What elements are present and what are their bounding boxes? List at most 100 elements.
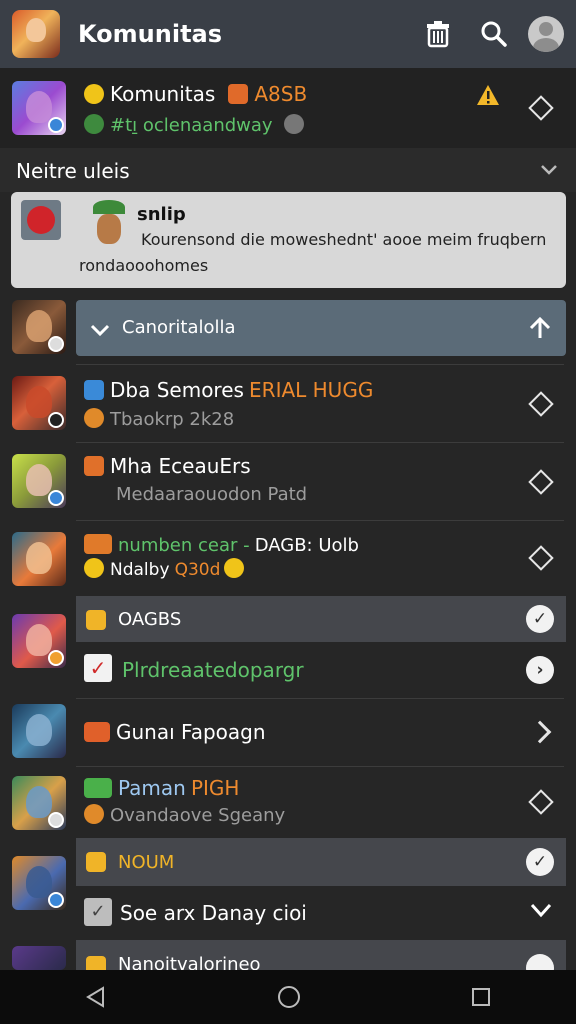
diamond-icon[interactable] — [528, 789, 554, 815]
list-item[interactable]: Nanoitvalorineo — [0, 940, 576, 970]
divider — [76, 766, 564, 767]
item-subtitle: Ndalby — [110, 560, 170, 580]
list-item[interactable]: Paman PIGH Ovandaove Sgeany — [0, 768, 576, 838]
item-title: Mha EceauErs — [110, 454, 251, 478]
item-title: Paman — [118, 776, 186, 800]
community-thumbnail — [12, 704, 66, 758]
notice-body-line1: Kourensond die moweshednt' aooe meim fru… — [141, 230, 547, 249]
community-thumbnail — [12, 376, 66, 430]
medal-icon — [84, 408, 104, 428]
community-thumbnail — [12, 454, 66, 508]
list-item-group[interactable]: NOUM ✓ ✓ Soe arx Danay cioi — [0, 838, 576, 938]
item-title-line: numben cear - DAGB: Uolb — [84, 534, 359, 556]
chevron-down-icon — [541, 165, 557, 175]
community-thumbnail — [12, 532, 66, 586]
item-tag: ERIAL HUGG — [249, 378, 374, 402]
featured-tag: A8SB — [254, 82, 308, 106]
emoji-icon — [224, 558, 245, 578]
notice-body-line2: rondaooohomes — [79, 256, 209, 275]
diamond-icon[interactable] — [528, 391, 554, 417]
divider — [76, 364, 564, 365]
item-title: Canoritalolla — [122, 317, 236, 338]
item-title: Plrdreaatedopargr — [122, 658, 304, 682]
puzzle-icon — [84, 722, 110, 742]
top-bar: Komunitas — [0, 0, 576, 68]
diamond-icon[interactable] — [528, 469, 554, 495]
item-title: DAGB: Uolb — [254, 535, 359, 556]
chevron-right-icon[interactable] — [528, 720, 552, 744]
checkbox[interactable]: ✓ — [84, 654, 112, 682]
item-title-line: Gunaı Fapoagn — [84, 720, 266, 744]
check-icon[interactable]: ✓ — [526, 605, 554, 633]
item-tag: PIGH — [190, 776, 240, 800]
featured-title-line: Komunitas A8SB — [84, 82, 307, 106]
item-title-line: Mha EceauErs — [84, 454, 251, 478]
game-icon — [228, 84, 249, 104]
item-subtitle-line: Ovandaove Sgeany — [84, 804, 285, 826]
list-item[interactable]: Mha EceauErs Medaaraouodon Patd — [0, 444, 576, 520]
item-subtitle: Medaaraouodon Patd — [116, 484, 308, 505]
featured-subtitle-line: #tı̱ oclenaandway — [84, 114, 310, 136]
app-root: Komunitas Komunitas A8SB #tı̱ oclenaandw… — [0, 0, 576, 1024]
notice-card[interactable]: snlip Kourensond die moweshednt' aooe me… — [11, 192, 566, 288]
cube-icon — [84, 380, 104, 400]
item-title: Gunaı Fapoagn — [116, 720, 266, 744]
back-icon[interactable] — [84, 985, 108, 1009]
medal-icon — [84, 804, 104, 824]
character-icon — [87, 200, 131, 250]
info-icon — [283, 114, 304, 134]
item-subtitle-line: Medaaraouodon Patd — [116, 484, 307, 505]
notice-title: snlip — [137, 204, 186, 225]
item-title: Dba Semores — [110, 378, 244, 402]
system-nav-bar — [0, 970, 576, 1024]
item-subtitle: Ovandaove Sgeany — [110, 805, 286, 826]
community-thumbnail — [12, 300, 66, 354]
item-subtitle: Tbaokrp 2k28 — [110, 409, 235, 430]
featured-community[interactable]: Komunitas A8SB #tı̱ oclenaandway — [0, 68, 576, 148]
folder-icon — [86, 956, 106, 970]
featured-title: Komunitas — [110, 82, 216, 106]
list-item[interactable]: Dba Semores ERIAL HUGG Tbaokrp 2k28 — [0, 366, 576, 442]
leaf-icon — [84, 114, 104, 134]
arrow-up-icon[interactable] — [528, 316, 552, 340]
check-icon[interactable] — [526, 954, 554, 970]
divider — [76, 698, 564, 699]
home-icon[interactable] — [276, 984, 302, 1010]
check-icon[interactable]: ✓ — [526, 848, 554, 876]
list-item[interactable]: Canoritalolla — [0, 296, 576, 360]
list-item[interactable]: Gunaı Fapoagn — [0, 700, 576, 764]
group-header[interactable]: NOUM ✓ — [76, 838, 566, 886]
checkbox[interactable]: ✓ — [84, 898, 112, 926]
group-header[interactable]: OAGBS ✓ — [76, 596, 566, 642]
item-title: Nanoitvalorineo — [118, 954, 261, 970]
check-badge-icon — [84, 84, 104, 104]
sparkle-icon — [84, 778, 112, 798]
group-label: NOUM — [118, 852, 175, 873]
community-thumbnail — [12, 614, 66, 668]
diamond-icon[interactable] — [528, 545, 554, 571]
badge-icon — [84, 534, 112, 554]
recents-icon[interactable] — [470, 986, 492, 1008]
community-thumbnail — [12, 81, 66, 135]
search-icon[interactable] — [472, 12, 516, 56]
expanded-item[interactable]: Canoritalolla — [76, 300, 566, 356]
diamond-icon[interactable] — [528, 95, 554, 121]
trash-icon[interactable] — [416, 12, 460, 56]
folder-icon — [86, 852, 106, 872]
spinner-icon[interactable]: › — [526, 656, 554, 684]
section-header[interactable]: Neitre uleis — [0, 148, 576, 192]
app-logo — [12, 10, 60, 58]
list-item[interactable]: numben cear - DAGB: Uolb Ndalby Q30d — [0, 522, 576, 594]
avatar[interactable] — [528, 16, 564, 52]
arrow-down-icon — [90, 324, 110, 337]
alert-icon — [21, 200, 61, 240]
warning-icon — [477, 85, 499, 105]
chevron-down-icon[interactable] — [530, 902, 552, 920]
community-thumbnail — [12, 946, 66, 970]
item-tag: Q30d — [174, 560, 221, 580]
group-header[interactable]: Nanoitvalorineo — [76, 940, 566, 970]
community-thumbnail — [12, 856, 66, 910]
item-subtitle-line: Tbaokrp 2k28 — [84, 408, 234, 430]
list-item-group[interactable]: OAGBS ✓ ✓ Plrdreaatedopargr › — [0, 596, 576, 696]
item-subtitle-line: Ndalby Q30d — [84, 558, 250, 580]
